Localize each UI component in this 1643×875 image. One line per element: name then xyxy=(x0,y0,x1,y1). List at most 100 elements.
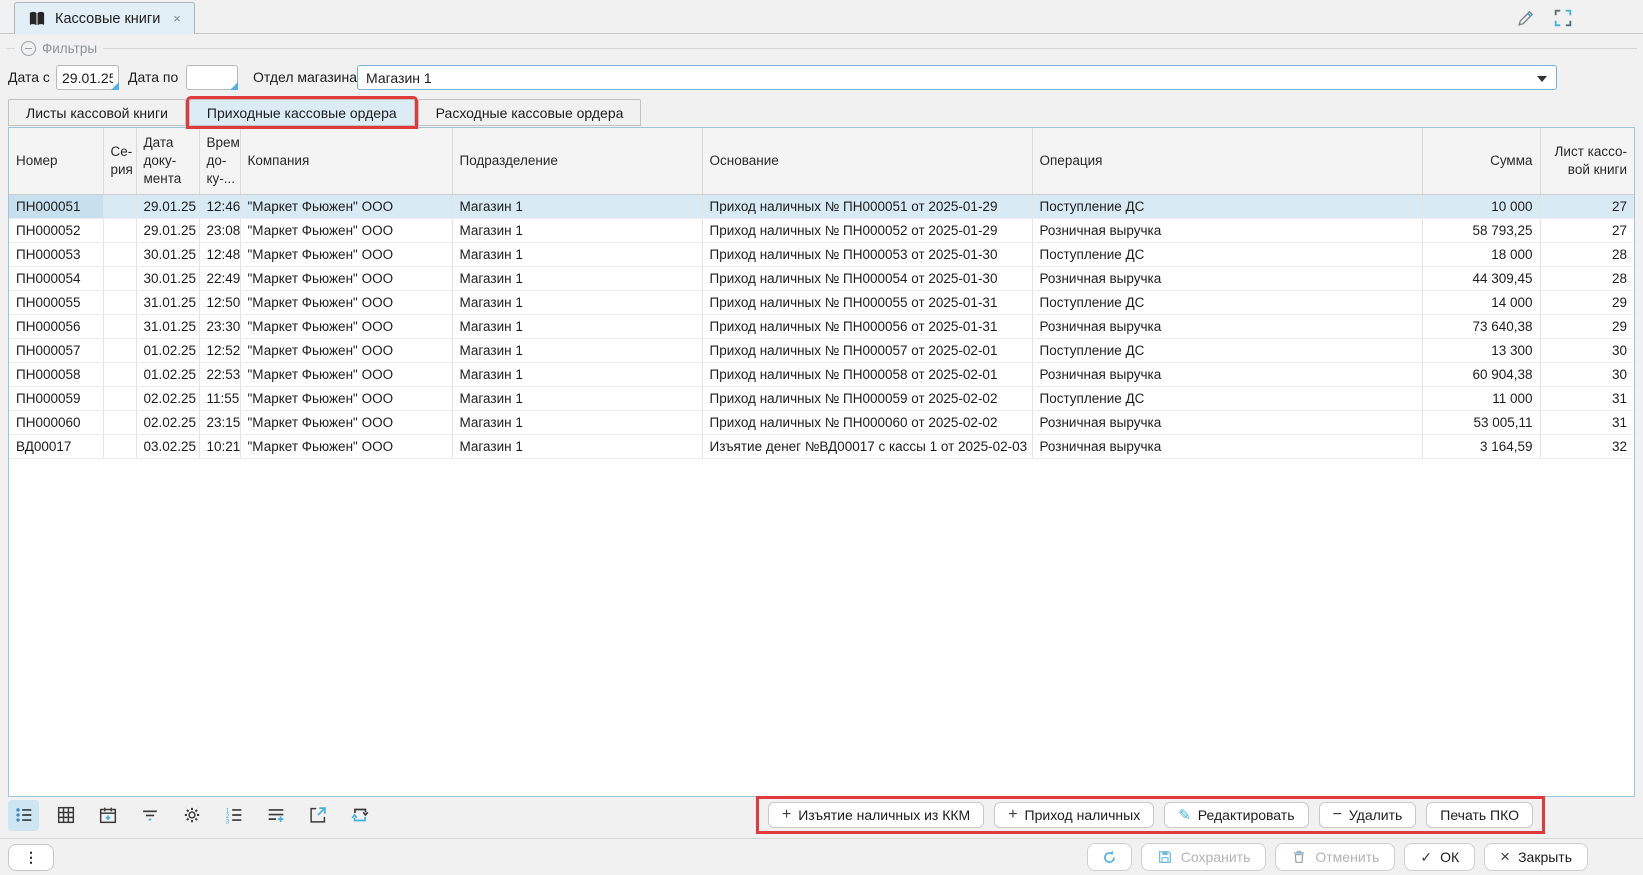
table-row[interactable]: ПН00005902.02.2511:55"Маркет Фьюжен" ООО… xyxy=(9,386,1634,410)
edit-button[interactable]: ✎ Редактировать xyxy=(1164,802,1308,828)
gear-icon[interactable] xyxy=(176,800,207,831)
print-pko-button[interactable]: Печать ПКО xyxy=(1426,802,1533,828)
column-header-cashbook-sheet[interactable]: Лист кассо- вой книги xyxy=(1540,128,1634,194)
table-row[interactable]: ПН00006002.02.2523:15"Маркет Фьюжен" ООО… xyxy=(9,410,1634,434)
table-row[interactable]: ПН00005631.01.2523:30"Маркет Фьюжен" ООО… xyxy=(9,314,1634,338)
cell-department: Магазин 1 xyxy=(452,314,702,338)
cell-series xyxy=(103,338,136,362)
more-menu-button[interactable]: ⋮ xyxy=(8,844,54,871)
refresh-button[interactable] xyxy=(1087,843,1132,871)
column-header-company[interactable]: Компания xyxy=(240,128,452,194)
column-header-doc-date[interactable]: Дата доку- мента xyxy=(136,128,199,194)
cell-company: "Маркет Фьюжен" ООО xyxy=(240,410,452,434)
cell-doc_date: 01.02.25 xyxy=(136,362,199,386)
open-external-icon[interactable] xyxy=(302,800,333,831)
close-icon: × xyxy=(1500,847,1510,867)
table-row[interactable]: ПН00005801.02.2522:53"Маркет Фьюжен" ООО… xyxy=(9,362,1634,386)
cell-company: "Маркет Фьюжен" ООО xyxy=(240,314,452,338)
cell-doc_date: 01.02.25 xyxy=(136,338,199,362)
cancel-button[interactable]: Отменить xyxy=(1275,843,1395,871)
cell-amount: 60 904,38 xyxy=(1422,362,1540,386)
table-row[interactable]: ВД0001703.02.2510:21"Маркет Фьюжен" ОООМ… xyxy=(9,434,1634,458)
cash-income-button[interactable]: + Приход наличных xyxy=(994,802,1154,828)
grid-icon[interactable] xyxy=(50,800,81,831)
collapse-filters-icon[interactable] xyxy=(21,41,36,56)
table-row[interactable]: ПН00005129.01.2512:46"Маркет Фьюжен" ООО… xyxy=(9,194,1634,218)
cell-basis: Приход наличных № ПН000055 от 2025-01-31 xyxy=(702,290,1032,314)
calendar-plus-icon[interactable] xyxy=(92,800,123,831)
ok-button[interactable]: ✓ ОК xyxy=(1404,843,1475,871)
refresh-icon xyxy=(1101,849,1118,866)
save-button[interactable]: Сохранить xyxy=(1141,843,1267,871)
edit-pencil-icon[interactable] xyxy=(1515,7,1537,29)
tab-close-icon[interactable]: × xyxy=(173,11,181,26)
order-actions-annotation-box: + Изъятие наличных из ККМ + Приход налич… xyxy=(756,796,1545,834)
numbered-list-icon[interactable]: 1 2 3 xyxy=(218,800,249,831)
cell-series xyxy=(103,386,136,410)
trash-icon xyxy=(1291,849,1307,865)
cell-amount: 13 300 xyxy=(1422,338,1540,362)
bullet-list-icon[interactable] xyxy=(8,800,39,831)
withdraw-cash-kkm-button[interactable]: + Изъятие наличных из ККМ xyxy=(768,802,984,828)
orders-table: Номер Се- рия Дата доку- мента Врем до- … xyxy=(8,127,1635,797)
column-header-number[interactable]: Номер xyxy=(9,128,103,194)
fullscreen-icon[interactable] xyxy=(1552,7,1574,29)
tab-cashbook-sheets[interactable]: Листы кассовой книги xyxy=(8,99,186,126)
save-icon xyxy=(1157,849,1173,865)
cell-operation: Розничная выручка xyxy=(1032,266,1422,290)
table-row[interactable]: ПН00005229.01.2523:08"Маркет Фьюжен" ООО… xyxy=(9,218,1634,242)
tab-cash-books[interactable]: Кассовые книги × xyxy=(14,2,195,34)
table-row[interactable]: ПН00005701.02.2512:52"Маркет Фьюжен" ООО… xyxy=(9,338,1634,362)
cell-department: Магазин 1 xyxy=(452,338,702,362)
cell-department: Магазин 1 xyxy=(452,266,702,290)
cell-company: "Маркет Фьюжен" ООО xyxy=(240,434,452,458)
cell-company: "Маркет Фьюжен" ООО xyxy=(240,194,452,218)
cell-doc_date: 03.02.25 xyxy=(136,434,199,458)
filter-icon[interactable] xyxy=(134,800,165,831)
add-row-icon[interactable] xyxy=(260,800,291,831)
delete-button[interactable]: − Удалить xyxy=(1319,802,1417,828)
cell-cashbook_sheet: 31 xyxy=(1540,410,1634,434)
book-icon xyxy=(28,11,46,27)
cell-cashbook_sheet: 27 xyxy=(1540,218,1634,242)
check-icon: ✓ xyxy=(1420,849,1432,866)
cell-amount: 11 000 xyxy=(1422,386,1540,410)
table-row[interactable]: ПН00005330.01.2512:48"Маркет Фьюжен" ООО… xyxy=(9,242,1634,266)
transfer-icon[interactable] xyxy=(344,800,375,831)
column-header-doc-time[interactable]: Врем до- ку-... xyxy=(199,128,240,194)
cell-doc_date: 02.02.25 xyxy=(136,410,199,434)
cell-doc_time: 12:50 xyxy=(199,290,240,314)
cell-operation: Розничная выручка xyxy=(1032,314,1422,338)
column-header-amount[interactable]: Сумма xyxy=(1422,128,1540,194)
cell-amount: 18 000 xyxy=(1422,242,1540,266)
cell-series xyxy=(103,242,136,266)
cell-operation: Поступление ДС xyxy=(1032,386,1422,410)
column-header-series[interactable]: Се- рия xyxy=(103,128,136,194)
cell-series xyxy=(103,194,136,218)
cell-doc_time: 11:55 xyxy=(199,386,240,410)
table-row[interactable]: ПН00005430.01.2522:49"Маркет Фьюжен" ООО… xyxy=(9,266,1634,290)
column-header-basis[interactable]: Основание xyxy=(702,128,1032,194)
cell-series xyxy=(103,314,136,338)
cell-operation: Розничная выручка xyxy=(1032,362,1422,386)
cell-company: "Маркет Фьюжен" ООО xyxy=(240,218,452,242)
cell-department: Магазин 1 xyxy=(452,386,702,410)
date-from-input[interactable] xyxy=(56,65,119,90)
cell-doc_time: 23:30 xyxy=(199,314,240,338)
minus-icon: − xyxy=(1333,807,1342,823)
table-row[interactable]: ПН00005531.01.2512:50"Маркет Фьюжен" ООО… xyxy=(9,290,1634,314)
column-header-department[interactable]: Подразделение xyxy=(452,128,702,194)
cell-amount: 58 793,25 xyxy=(1422,218,1540,242)
tab-outgoing-cash-orders[interactable]: Расходные кассовые ордера xyxy=(418,99,642,126)
close-button[interactable]: × Закрыть xyxy=(1484,843,1588,871)
tab-incoming-cash-orders[interactable]: Приходные кассовые ордера xyxy=(189,99,415,126)
cell-department: Магазин 1 xyxy=(452,218,702,242)
cell-cashbook_sheet: 28 xyxy=(1540,242,1634,266)
plus-icon: + xyxy=(782,807,791,823)
department-select[interactable]: Магазин 1 xyxy=(357,65,1557,90)
table-header-row: Номер Се- рия Дата доку- мента Врем до- … xyxy=(9,128,1634,194)
cell-operation: Поступление ДС xyxy=(1032,290,1422,314)
cell-amount: 53 005,11 xyxy=(1422,410,1540,434)
cell-doc_date: 31.01.25 xyxy=(136,314,199,338)
column-header-operation[interactable]: Операция xyxy=(1032,128,1422,194)
